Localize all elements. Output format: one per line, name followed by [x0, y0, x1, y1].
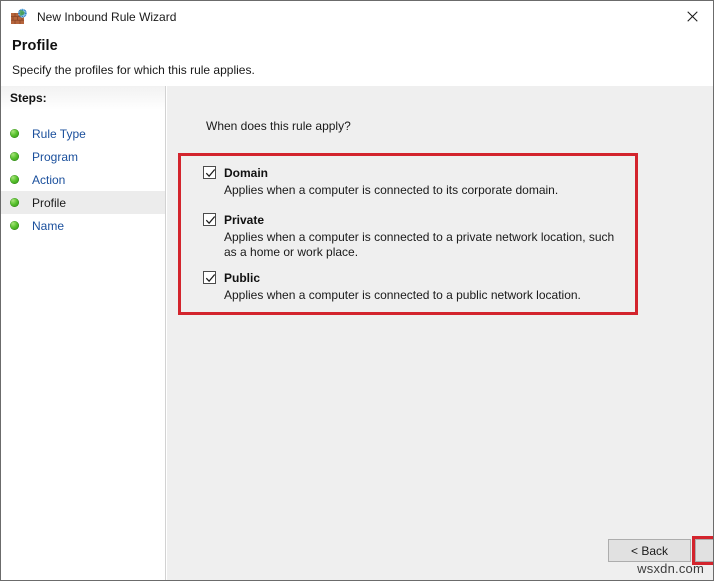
page-subtitle: Specify the profiles for which this rule… [12, 63, 255, 77]
page-title: Profile [12, 38, 58, 54]
steps-heading: Steps: [10, 91, 47, 105]
sidebar-item-name[interactable]: Name [1, 214, 165, 237]
profile-private: Private Applies when a computer is conne… [203, 211, 633, 260]
profile-domain-header: Domain [203, 164, 633, 181]
spacer [203, 260, 633, 269]
profile-name-label: Public [224, 271, 260, 285]
sidebar-item-profile[interactable]: Profile [1, 191, 165, 214]
profile-description: Applies when a computer is connected to … [224, 288, 628, 303]
footer-button-bar: < Back Next > Cancel [333, 86, 714, 581]
sidebar-item-rule-type[interactable]: Rule Type [1, 122, 165, 145]
public-checkbox[interactable] [203, 271, 216, 284]
next-button[interactable]: Next > [695, 539, 714, 562]
profile-public: Public Applies when a computer is connec… [203, 269, 633, 303]
back-button[interactable]: < Back [608, 539, 691, 562]
content-pane: When does this rule apply? Domain Applie… [167, 86, 714, 580]
sidebar-item-label: Profile [32, 196, 66, 210]
page-header: Profile Specify the profiles for which t… [1, 32, 714, 86]
spacer [203, 198, 633, 211]
sidebar-item-label: Program [32, 150, 78, 164]
private-checkbox[interactable] [203, 213, 216, 226]
green-bullet-icon [10, 129, 19, 138]
domain-checkbox[interactable] [203, 166, 216, 179]
sidebar-item-label: Action [32, 173, 65, 187]
green-bullet-icon [10, 198, 19, 207]
profiles-group: Domain Applies when a computer is connec… [203, 164, 633, 303]
profile-domain: Domain Applies when a computer is connec… [203, 164, 633, 198]
steps-sidebar: Steps: Rule Type Program Action Profile … [1, 86, 166, 580]
profile-public-header: Public [203, 269, 633, 286]
profile-description: Applies when a computer is connected to … [224, 230, 628, 260]
sidebar-item-label: Name [32, 219, 64, 233]
firewall-globe-icon [10, 8, 28, 26]
close-icon[interactable] [669, 1, 714, 32]
sidebar-item-program[interactable]: Program [1, 145, 165, 168]
watermark: wsxdn.com [637, 561, 704, 576]
green-bullet-icon [10, 175, 19, 184]
window-title: New Inbound Rule Wizard [37, 11, 176, 23]
profile-name-label: Private [224, 213, 264, 227]
profile-private-header: Private [203, 211, 633, 228]
new-inbound-rule-wizard-window: New Inbound Rule Wizard Profile Specify … [0, 0, 714, 581]
green-bullet-icon [10, 221, 19, 230]
sidebar-item-label: Rule Type [32, 127, 86, 141]
steps-list: Rule Type Program Action Profile Name [1, 122, 165, 237]
question-label: When does this rule apply? [206, 119, 351, 133]
profile-description: Applies when a computer is connected to … [224, 183, 628, 198]
profile-name-label: Domain [224, 166, 268, 180]
title-bar: New Inbound Rule Wizard [1, 1, 714, 32]
green-bullet-icon [10, 152, 19, 161]
sidebar-item-action[interactable]: Action [1, 168, 165, 191]
